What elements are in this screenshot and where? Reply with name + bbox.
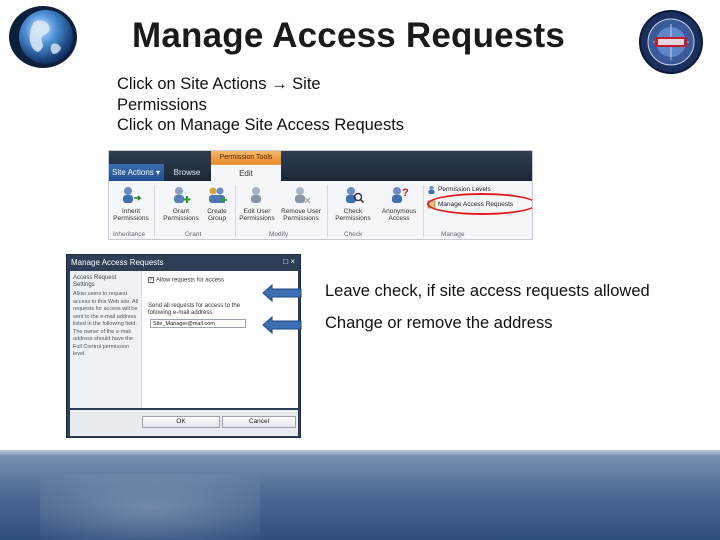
anonymous-access-icon: ? xyxy=(392,187,409,203)
footer-glow xyxy=(40,474,260,540)
caption-address: Change or remove the address xyxy=(325,314,553,332)
allow-requests-checkbox[interactable]: ✓ Allow requests for access xyxy=(148,277,224,284)
button-label: Permissions xyxy=(283,215,319,222)
dialog-window-controls[interactable]: □ × xyxy=(283,257,295,266)
footer-highlight xyxy=(0,450,720,456)
button-label: Check xyxy=(343,208,363,215)
button-label: Access xyxy=(388,215,410,222)
globe-logo xyxy=(9,6,77,68)
arrow-left-icon xyxy=(262,316,302,334)
tab-edit[interactable]: Edit xyxy=(211,164,281,181)
dialog-footer: OK Cancel xyxy=(70,410,298,436)
tab-browse[interactable]: Browse xyxy=(165,165,209,181)
button-label: Group xyxy=(207,215,227,222)
send-requests-label: Send all requests for access to the foll… xyxy=(148,303,241,316)
cancel-button[interactable]: Cancel xyxy=(222,416,296,428)
mnis-seal-logo xyxy=(639,10,703,74)
anonymous-access-button[interactable]: ? Anonymous Access xyxy=(379,184,419,222)
inherit-permissions-icon xyxy=(123,187,142,203)
grant-permissions-icon xyxy=(174,187,191,203)
remove-user-icon xyxy=(295,187,311,204)
checkbox-label: Allow requests for access xyxy=(156,277,225,284)
button-label: Permissions xyxy=(163,215,199,222)
button-label: Permissions xyxy=(239,215,275,222)
settings-description-panel: Access Request Settings Allow users to r… xyxy=(70,271,142,408)
button-label: Anonymous xyxy=(381,208,417,215)
ribbon-screenshot: Permission Tools Site Actions ▾ Browse E… xyxy=(108,150,533,240)
group-label-manage: Manage xyxy=(441,231,465,238)
check-permissions-icon xyxy=(346,187,364,204)
button-label: Edit User xyxy=(243,208,271,215)
remove-user-permissions-button[interactable]: Remove User Permissions xyxy=(281,184,321,222)
create-group-button[interactable]: Create Group xyxy=(197,184,237,222)
create-group-icon xyxy=(209,187,227,203)
site-actions-menu[interactable]: Site Actions ▾ xyxy=(109,164,164,181)
instruction-line: Click on Manage Site Access Requests xyxy=(117,116,405,134)
check-permissions-button[interactable]: Check Permissions xyxy=(333,184,373,222)
edit-user-permissions-button[interactable]: Edit User Permissions xyxy=(237,184,277,222)
dialog-title: Manage Access Requests xyxy=(71,258,164,267)
context-tab-permission-tools: Permission Tools xyxy=(211,151,281,164)
highlight-oval xyxy=(427,193,532,215)
group-divider xyxy=(327,185,328,237)
instruction-line: Permissions xyxy=(117,95,207,114)
arrow-left-icon xyxy=(262,284,302,302)
group-label-check: Check xyxy=(344,231,363,238)
button-label: Remove User xyxy=(281,208,321,215)
button-label: Permissions xyxy=(113,215,149,222)
slide-title: Manage Access Requests xyxy=(132,16,566,55)
button-label: Permissions xyxy=(335,215,371,222)
svg-text:?: ? xyxy=(402,187,409,199)
group-divider xyxy=(423,185,424,237)
ok-button[interactable]: OK xyxy=(142,416,220,428)
settings-heading: Access Request Settings xyxy=(73,275,117,288)
group-divider xyxy=(235,185,236,237)
checkbox-mark[interactable]: ✓ xyxy=(148,277,154,283)
group-divider xyxy=(154,185,155,237)
instructions: Click on Site Actions → Site Permissions… xyxy=(117,74,404,136)
group-label-grant: Grant xyxy=(185,231,202,238)
group-label-modify: Modify xyxy=(269,231,289,238)
button-label: Inherit xyxy=(121,208,141,215)
settings-description: Allow users to request access to this We… xyxy=(73,291,139,357)
email-field[interactable]: Site_Manager@mail.com xyxy=(150,319,246,328)
edit-user-icon xyxy=(251,187,261,203)
button-label: Create xyxy=(207,208,227,215)
manage-access-requests-dialog: Manage Access Requests □ × Access Reques… xyxy=(66,254,301,438)
footer-band xyxy=(0,450,720,540)
permission-levels-icon xyxy=(428,186,435,194)
inherit-permissions-button[interactable]: Inherit Permissions xyxy=(111,184,151,222)
button-label: Grant xyxy=(172,208,190,215)
group-label-inheritance: Inheritance xyxy=(113,231,146,238)
caption-checkbox: Leave check, if site access requests all… xyxy=(325,282,650,300)
instruction-line: Click on Site Actions → Site xyxy=(117,75,321,93)
grant-permissions-button[interactable]: Grant Permissions xyxy=(161,184,201,222)
